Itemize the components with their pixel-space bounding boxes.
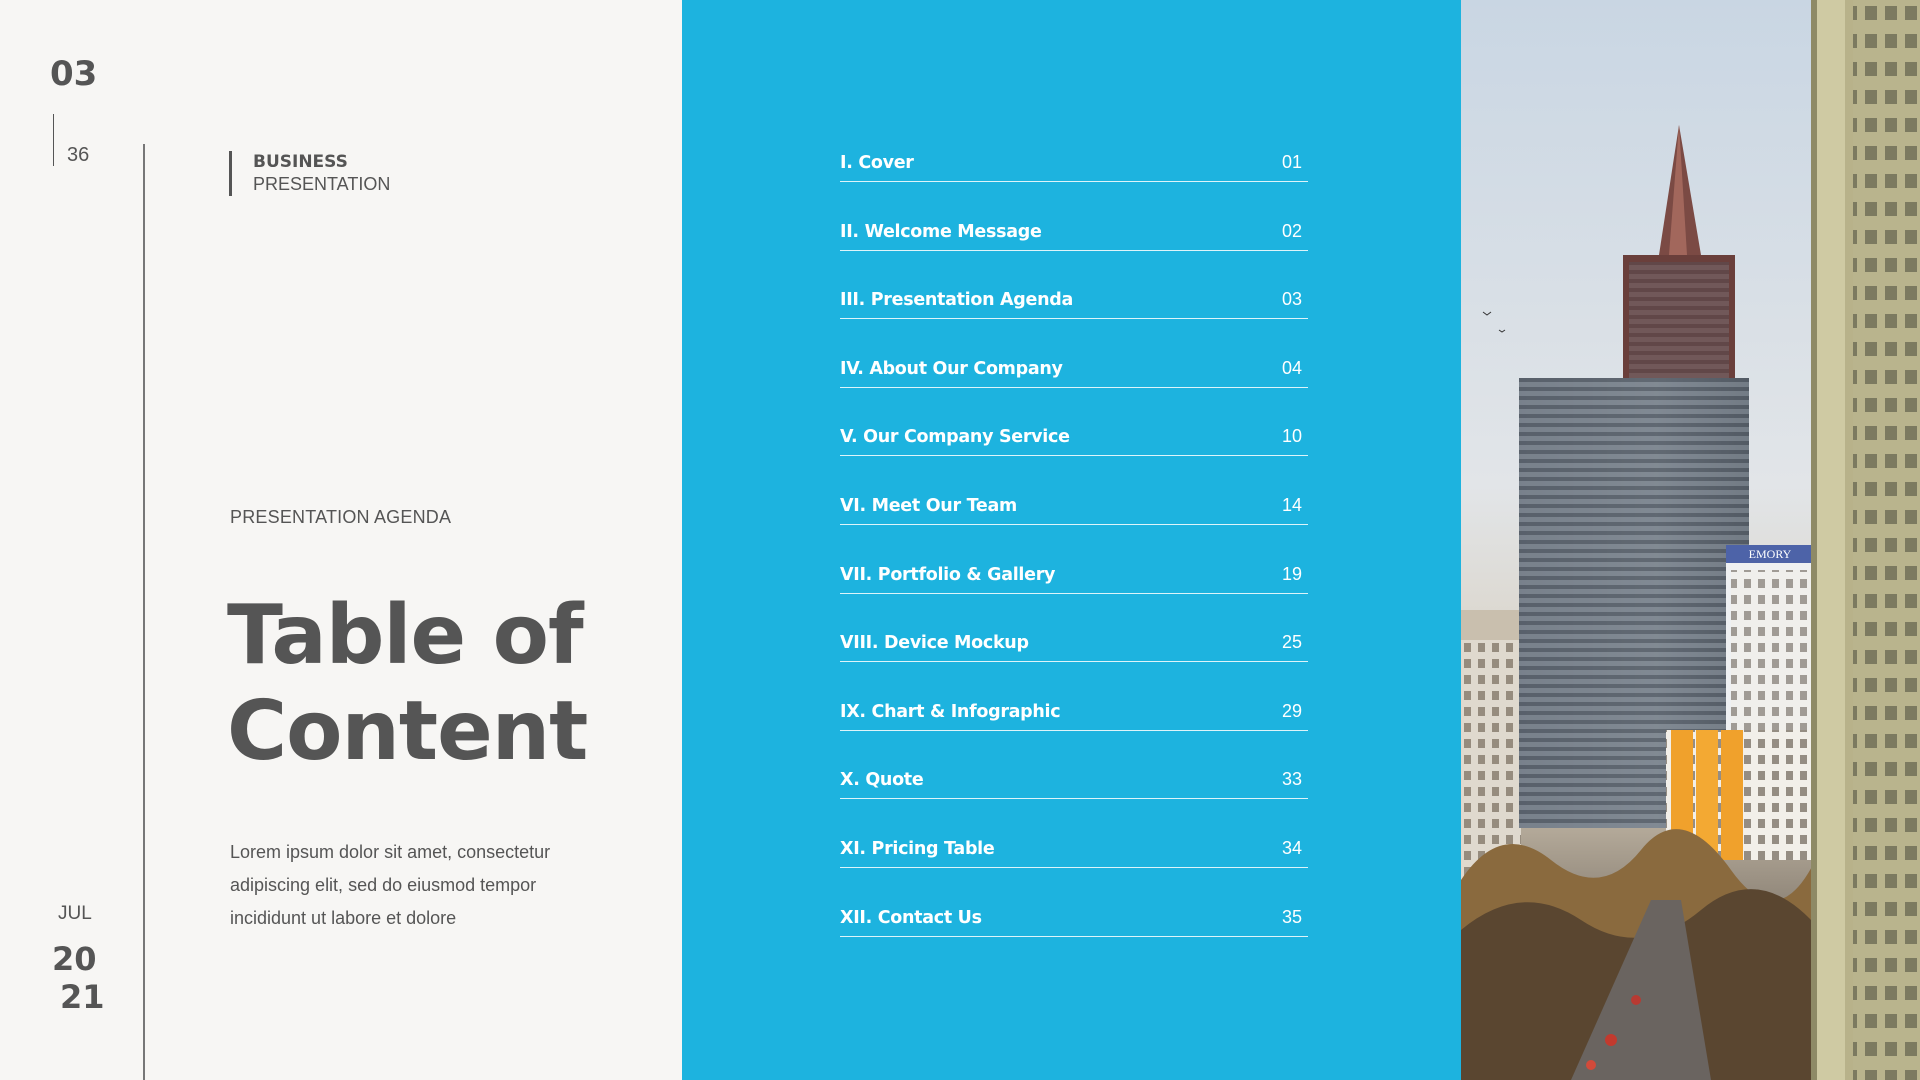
toc-item-label: II. Welcome Message [840,221,1042,242]
toc-item-page: 19 [1281,563,1302,584]
toc-item[interactable]: IX. Chart & Infographic 29 [840,662,1308,731]
toc-item[interactable]: XI. Pricing Table 34 [840,799,1308,868]
toc-item[interactable]: XII. Contact Us 35 [840,868,1308,937]
toc-item-page: 29 [1281,700,1302,721]
left-panel: 03 36 BUSINESS PRESENTATION PRESENTATION… [0,0,682,1080]
brand-block: BUSINESS PRESENTATION [229,151,390,196]
toc-item-label: X. Quote [840,770,924,791]
toc-item[interactable]: VI. Meet Our Team 14 [840,456,1308,525]
brand-subtitle: PRESENTATION [253,174,391,194]
section-subtitle: PRESENTATION AGENDA [230,507,452,527]
toc-item-page: 14 [1281,494,1302,515]
toc-item-page: 01 [1281,152,1302,172]
toc-item-label: VI. Meet Our Team [840,495,1017,516]
toc-item-page: 25 [1281,632,1302,653]
toc-item[interactable]: V. Our Company Service 10 [840,388,1308,457]
toc-item-label: V. Our Company Service [840,427,1070,448]
city-skyline-photo: EMORY [1461,0,1920,1080]
toc-item-label: III. Presentation Agenda [840,290,1073,311]
toc-item[interactable]: IV. About Our Company 04 [840,319,1308,388]
toc-item-label: XII. Contact Us [840,907,982,928]
toc-item[interactable]: VIII. Device Mockup 25 [840,594,1308,663]
page-title-line-1: Table of [227,588,584,683]
toc-item[interactable]: I. Cover 01 [840,146,1308,182]
page-title-line-2: Content [227,684,588,779]
toc-item-page: 33 [1281,769,1302,790]
toc-item[interactable]: III. Presentation Agenda 03 [840,251,1308,320]
toc-item[interactable]: VII. Portfolio & Gallery 19 [840,525,1308,594]
date-year-first-half: 20 [52,940,97,978]
brand-title: BUSINESS [253,152,348,172]
date-year-second-half: 21 [60,978,105,1016]
toc-item-page: 10 [1281,426,1302,447]
emory-sign-text: EMORY [1749,547,1792,561]
toc-item-page: 34 [1281,837,1302,858]
toc-list: I. Cover 01 II. Welcome Message 02 III. Pr… [840,146,1308,937]
toc-item-page: 35 [1281,906,1302,927]
toc-item-label: XI. Pricing Table [840,838,995,859]
vertical-divider [143,144,145,1080]
toc-item[interactable]: II. Welcome Message 02 [840,182,1308,251]
page-title: Table of Content [227,588,627,780]
toc-item-label: I. Cover [840,153,914,173]
toc-item[interactable]: X. Quote 33 [840,731,1308,800]
toc-item-page: 02 [1281,220,1302,241]
city-skyline-illustration: EMORY [1461,0,1920,1080]
section-description: Lorem ipsum dolor sit amet, consectetur … [230,842,551,928]
table-of-contents-panel: I. Cover 01 II. Welcome Message 02 III. Pr… [682,0,1461,1080]
toc-item-label: IX. Chart & Infographic [840,701,1061,722]
toc-item-label: IV. About Our Company [840,358,1063,379]
total-page-count: 36 [67,144,90,166]
toc-item-label: VIII. Device Mockup [840,633,1029,654]
toc-item-label: VII. Portfolio & Gallery [840,564,1056,585]
page-number-divider [53,114,54,166]
current-page-number: 03 [50,54,98,94]
toc-item-page: 04 [1281,357,1302,378]
date-month: JUL [58,903,92,924]
toc-item-page: 03 [1281,289,1302,310]
